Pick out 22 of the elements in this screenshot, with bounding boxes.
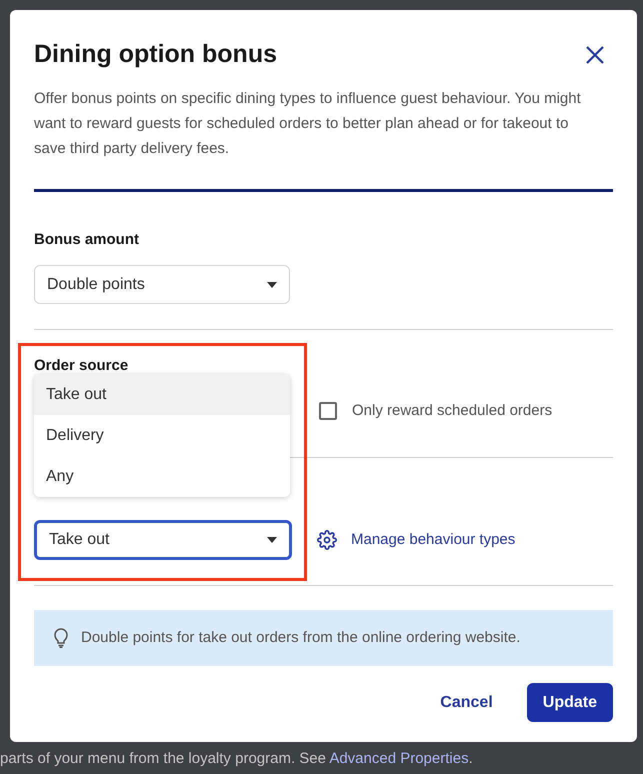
manage-behaviour-types-link[interactable]: Manage behaviour types xyxy=(351,528,516,552)
dialog-title: Dining option bonus xyxy=(34,39,277,70)
background-text: parts of your menu from the loyalty program. See Advanced Properties. xyxy=(0,749,474,769)
close-icon[interactable] xyxy=(585,44,605,65)
update-button[interactable]: Update xyxy=(526,683,613,722)
hint-text: Double points for take out orders from the online ordering website. xyxy=(81,628,520,648)
menu-option[interactable]: Any xyxy=(34,456,290,497)
checkbox-label: Only reward scheduled orders xyxy=(352,400,552,421)
field-label: Order source xyxy=(34,356,130,376)
dining-type-select[interactable]: Take out xyxy=(34,520,292,560)
bonus-amount-select[interactable]: Double points xyxy=(34,265,290,304)
menu-option[interactable]: Delivery xyxy=(34,415,290,456)
checkbox[interactable] xyxy=(319,402,337,420)
dialog-description: Offer bonus points on specific dining types to influence guest behaviour. You might want to reward guests for scheduled orders to better plan ahead or for takeout to save third party delivery fees. xyxy=(34,88,582,158)
cancel-button[interactable]: Cancel xyxy=(440,683,493,722)
caret-icon xyxy=(267,282,277,288)
caret-icon xyxy=(267,537,277,543)
advanced-properties-link[interactable]: Advanced Properties xyxy=(329,750,469,767)
field-label: Bonus amount xyxy=(34,230,140,250)
menu-option[interactable]: Take out xyxy=(34,374,290,415)
lightbulb-icon xyxy=(54,628,68,648)
settings-icon xyxy=(317,530,337,550)
